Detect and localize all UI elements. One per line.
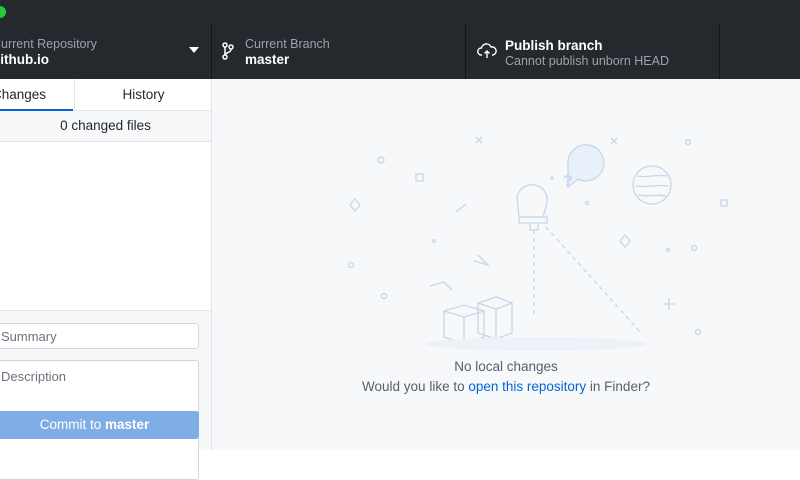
current-branch-label: Current Branch <box>245 37 330 51</box>
current-branch-button[interactable]: Current Branch master <box>212 24 466 79</box>
changes-sidebar: Changes History 0 changed files Summary … <box>0 79 212 480</box>
svg-text:?: ? <box>563 173 573 190</box>
triangle-down-icon <box>189 47 199 53</box>
changed-file-list <box>0 142 211 311</box>
tab-history[interactable]: History <box>74 79 212 110</box>
cloud-upload-icon <box>477 43 497 58</box>
current-repository-label: Current Repository <box>0 37 97 51</box>
publish-branch-label: Publish branch <box>505 38 603 53</box>
git-branch-icon <box>222 42 234 60</box>
current-branch-value: master <box>245 52 290 67</box>
empty-state-prefix: Would you like to <box>362 379 469 394</box>
app-toolbar: Current Repository github.io Current Bra… <box>0 24 800 79</box>
commit-button-branch: master <box>104 417 150 432</box>
current-repository-button[interactable]: Current Repository github.io <box>0 24 212 79</box>
commit-button-prefix: Commit to <box>39 417 105 432</box>
changed-files-header: 0 changed files <box>0 111 211 142</box>
window-titlebar <box>0 0 800 24</box>
main-content: ? No local changes Would you like to ope… <box>212 79 800 450</box>
publish-branch-detail: Cannot publish unborn HEAD <box>505 54 669 68</box>
commit-summary-input[interactable]: Summary <box>0 323 199 349</box>
publish-branch-button[interactable]: Publish branch Cannot publish unborn HEA… <box>466 24 720 79</box>
current-repository-value: github.io <box>0 52 49 67</box>
sidebar-tabs: Changes History <box>0 79 211 111</box>
empty-state-subtitle: Would you like to open this repository i… <box>212 379 800 394</box>
empty-state-illustration: ? <box>347 136 728 351</box>
commit-button[interactable]: Commit to master <box>0 411 199 439</box>
tab-changes[interactable]: Changes <box>0 79 73 111</box>
window-zoom-button[interactable] <box>0 6 6 18</box>
open-in-finder-link[interactable]: open this repository <box>468 379 586 394</box>
empty-state-suffix: in Finder? <box>586 379 650 394</box>
empty-state-title: No local changes <box>454 359 558 374</box>
